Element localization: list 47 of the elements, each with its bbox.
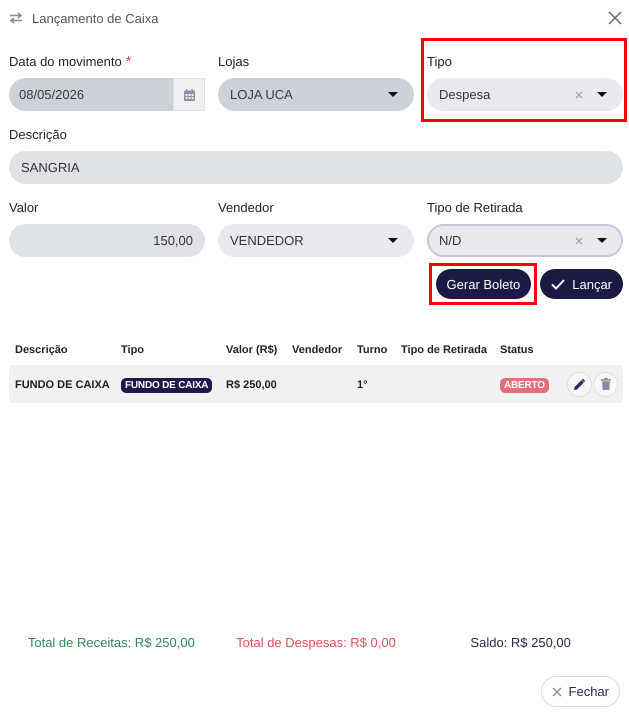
table-cell: FUNDO DE CAIXA bbox=[15, 379, 110, 391]
select-field[interactable]: VENDEDOR bbox=[218, 224, 414, 257]
calendar-icon bbox=[184, 88, 194, 100]
column-header: Tipo de Retirada bbox=[401, 344, 488, 356]
column-header: Descrição bbox=[15, 344, 69, 356]
field-label: Vendedor bbox=[218, 200, 274, 214]
column-header: Turno bbox=[357, 344, 388, 356]
swap-icon bbox=[9, 12, 23, 24]
dialog-close-button[interactable] bbox=[608, 11, 622, 25]
close-button[interactable]: Fechar bbox=[540, 676, 620, 707]
close-icon bbox=[608, 11, 622, 25]
caret-icon bbox=[388, 238, 398, 243]
required-mark: * bbox=[126, 53, 132, 69]
total-text: Total de Receitas: R$ 250,00 bbox=[28, 635, 195, 650]
caret-icon bbox=[388, 92, 398, 97]
column-header: Status bbox=[500, 344, 535, 356]
check-icon bbox=[551, 278, 566, 290]
field-label: Data do movimento bbox=[9, 54, 122, 68]
action-button[interactable]: Lançar bbox=[540, 269, 623, 299]
caret-icon bbox=[597, 92, 607, 97]
clear-icon[interactable] bbox=[575, 236, 583, 244]
dialog-title: Lançamento de Caixa bbox=[32, 10, 158, 26]
field-label: Tipo de Retirada bbox=[427, 200, 523, 214]
trash-icon bbox=[600, 378, 610, 390]
table-cell: R$ 250,00 bbox=[226, 379, 277, 391]
table-cell: 1° bbox=[357, 379, 368, 391]
total-text: Total de Despesas: R$ 0,00 bbox=[236, 635, 396, 650]
close-icon bbox=[552, 686, 562, 696]
badge: ABERTO bbox=[500, 378, 549, 393]
action-button[interactable]: Gerar Boleto bbox=[436, 269, 532, 299]
select-field[interactable]: N/D bbox=[427, 224, 623, 257]
pencil-icon bbox=[574, 378, 585, 390]
select-field[interactable]: Despesa bbox=[427, 78, 623, 111]
field-label: Valor bbox=[9, 200, 38, 214]
total-text: Saldo: R$ 250,00 bbox=[470, 635, 571, 650]
column-header: Vendedor bbox=[292, 344, 344, 356]
field-label: Lojas bbox=[218, 54, 250, 68]
column-header: Valor (R$) bbox=[226, 344, 278, 356]
text-field[interactable]: SANGRIA bbox=[9, 151, 623, 184]
edit-button[interactable] bbox=[567, 372, 592, 396]
badge: FUNDO DE CAIXA bbox=[121, 378, 212, 393]
field-label: Tipo bbox=[427, 54, 452, 68]
clear-icon[interactable] bbox=[575, 90, 583, 98]
caret-icon bbox=[597, 238, 607, 243]
field-label: Descrição bbox=[9, 126, 67, 142]
number-field[interactable]: 150,00 bbox=[9, 224, 205, 257]
column-header: Tipo bbox=[121, 344, 146, 356]
